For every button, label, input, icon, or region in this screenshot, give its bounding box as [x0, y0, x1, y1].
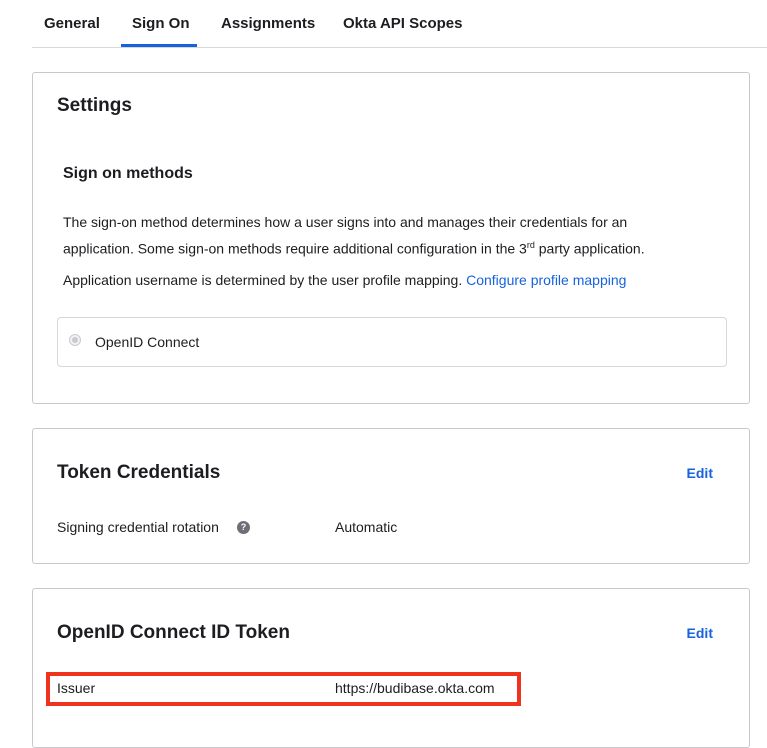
- tab-sign-on[interactable]: Sign On: [132, 15, 190, 32]
- description-superscript: rd: [526, 240, 535, 250]
- radio-button[interactable]: [69, 334, 81, 346]
- settings-title: Settings: [57, 95, 132, 116]
- rotation-label: Signing credential rotation: [57, 519, 219, 535]
- token-credentials-edit-button[interactable]: Edit: [687, 465, 713, 481]
- tab-assignments[interactable]: Assignments: [221, 15, 315, 32]
- tab-bar: General Sign On Assignments Okta API Sco…: [0, 0, 767, 48]
- id-token-panel: OpenID Connect ID Token Edit Issuer http…: [32, 588, 750, 748]
- sign-on-method-option[interactable]: OpenID Connect: [57, 317, 727, 367]
- token-credentials-title: Token Credentials: [57, 462, 221, 483]
- username-mapping-text: Application username is determined by th…: [63, 272, 626, 288]
- issuer-highlight-box: [46, 672, 521, 706]
- help-icon[interactable]: ?: [237, 521, 250, 534]
- sign-on-methods-title: Sign on methods: [63, 165, 193, 182]
- tab-general[interactable]: General: [44, 15, 100, 32]
- openid-connect-label: OpenID Connect: [95, 334, 200, 350]
- username-text: Application username is determined by th…: [63, 272, 463, 288]
- settings-panel: Settings Sign on methods The sign-on met…: [32, 72, 750, 404]
- description-line-2-end: party application.: [534, 240, 645, 257]
- rotation-value: Automatic: [335, 519, 398, 535]
- sign-on-description: The sign-on method determines how a user…: [63, 211, 683, 261]
- tabs-divider: [32, 47, 767, 48]
- description-line-2: application. Some sign-on methods requir…: [63, 240, 527, 257]
- description-line-1: The sign-on method determines how a user…: [63, 214, 628, 230]
- configure-profile-mapping-link[interactable]: Configure profile mapping: [466, 272, 626, 288]
- id-token-title: OpenID Connect ID Token: [57, 622, 290, 643]
- token-credentials-panel: Token Credentials Edit Signing credentia…: [32, 428, 750, 564]
- id-token-edit-button[interactable]: Edit: [687, 625, 713, 641]
- tab-okta-api-scopes[interactable]: Okta API Scopes: [343, 15, 463, 32]
